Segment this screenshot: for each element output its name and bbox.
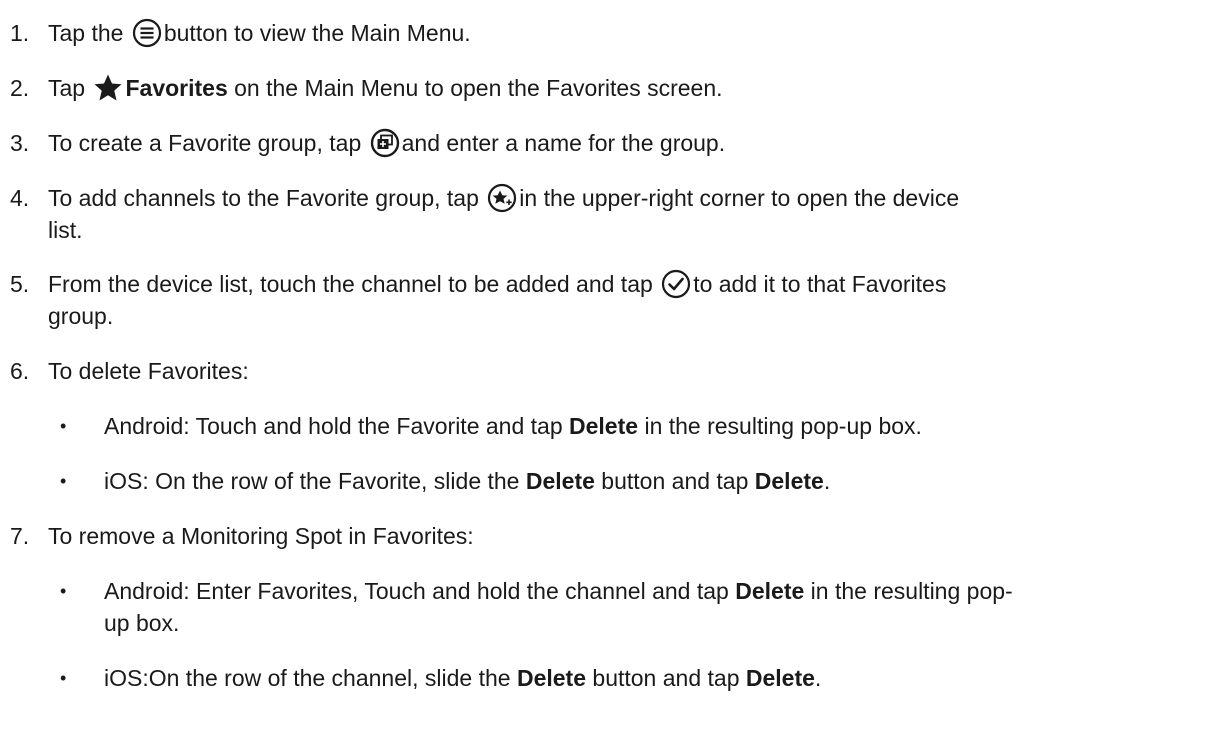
bullet-item: • Android: Touch and hold the Favorite a… xyxy=(0,410,1215,442)
step-text: To delete Favorites: xyxy=(48,358,249,384)
bullet-text: up box. xyxy=(104,610,180,636)
add-favorite-icon xyxy=(487,183,517,213)
step-text: To remove a Monitoring Spot in Favorites… xyxy=(48,523,474,549)
step-text: to add it to that Favorites xyxy=(693,271,947,297)
bullet-text: . xyxy=(823,468,831,494)
bullet-text: . xyxy=(814,665,822,691)
step-text: and enter a name for the group. xyxy=(401,130,726,156)
delete-label: Delete xyxy=(516,665,587,691)
bullet-text: button and tap xyxy=(586,665,746,691)
checkmark-circle-icon xyxy=(661,269,691,299)
step-4-continuation: list. xyxy=(0,214,1215,246)
bullet-text: iOS: On the row of the Favorite, slide t… xyxy=(104,468,526,494)
bullet-text: in the resulting pop- xyxy=(804,578,1013,604)
delete-label: Delete xyxy=(525,468,595,494)
step-1: 1. Tap the button to view the Main Menu. xyxy=(0,17,1215,49)
bullet-text: Android: Touch and hold the Favorite and… xyxy=(104,413,570,439)
delete-label: Delete xyxy=(735,578,805,604)
step-number: 5. xyxy=(10,271,30,297)
bullet-continuation: up box. xyxy=(0,607,1215,639)
delete-label: Delete xyxy=(745,665,815,691)
step-7: 7. To remove a Monitoring Spot in Favori… xyxy=(0,520,1215,552)
step-4: 4. To add channels to the Favorite group… xyxy=(0,182,1215,214)
step-text: To create a Favorite group, tap xyxy=(48,130,368,156)
star-icon xyxy=(93,73,123,103)
step-text: Tap the xyxy=(48,20,130,46)
step-number: 4. xyxy=(10,185,30,211)
step-text: button to view the Main Menu. xyxy=(163,20,471,46)
bullet-glyph: • xyxy=(60,581,67,601)
bullet-item: • Android: Enter Favorites, Touch and ho… xyxy=(0,575,1215,607)
step-text: From the device list, touch the channel … xyxy=(48,271,660,297)
bullet-text: iOS:On the row of the channel, slide the xyxy=(104,665,517,691)
bullet-glyph: • xyxy=(60,416,67,436)
step-text: To add channels to the Favorite group, t… xyxy=(48,185,486,211)
bullet-item: • iOS:On the row of the channel, slide t… xyxy=(0,662,1215,694)
step-5-continuation: group. xyxy=(0,300,1215,332)
step-number: 1. xyxy=(10,20,30,46)
add-group-icon xyxy=(370,128,400,158)
step-2: 2. Tap Favorites on the Main Menu to ope… xyxy=(0,72,1215,104)
step-text: on the Main Menu to open the Favorites s… xyxy=(227,75,723,101)
favorites-label: Favorites xyxy=(125,75,228,101)
step-6: 6. To delete Favorites: xyxy=(0,355,1215,387)
bullet-text: Android: Enter Favorites, Touch and hold… xyxy=(104,578,736,604)
instructions-page: 1. Tap the button to view the Main Menu.… xyxy=(0,0,1215,730)
menu-circle-icon xyxy=(132,18,162,48)
bullet-text: in the resulting pop-up box. xyxy=(638,413,922,439)
step-number: 3. xyxy=(10,130,30,156)
delete-label: Delete xyxy=(569,413,639,439)
bullet-item: • iOS: On the row of the Favorite, slide… xyxy=(0,465,1215,497)
bullet-text: button and tap xyxy=(594,468,755,494)
bullet-glyph: • xyxy=(60,471,67,491)
step-text: in the upper-right corner to open the de… xyxy=(519,185,960,211)
step-number: 6. xyxy=(10,358,30,384)
bullet-glyph: • xyxy=(60,668,67,688)
step-text: list. xyxy=(48,217,83,243)
step-text: Tap xyxy=(48,75,92,101)
delete-label: Delete xyxy=(754,468,824,494)
step-text: group. xyxy=(48,303,114,329)
step-5: 5. From the device list, touch the chann… xyxy=(0,268,1215,300)
step-number: 7. xyxy=(10,523,30,549)
step-3: 3. To create a Favorite group, tap and e… xyxy=(0,127,1215,159)
step-number: 2. xyxy=(10,75,30,101)
